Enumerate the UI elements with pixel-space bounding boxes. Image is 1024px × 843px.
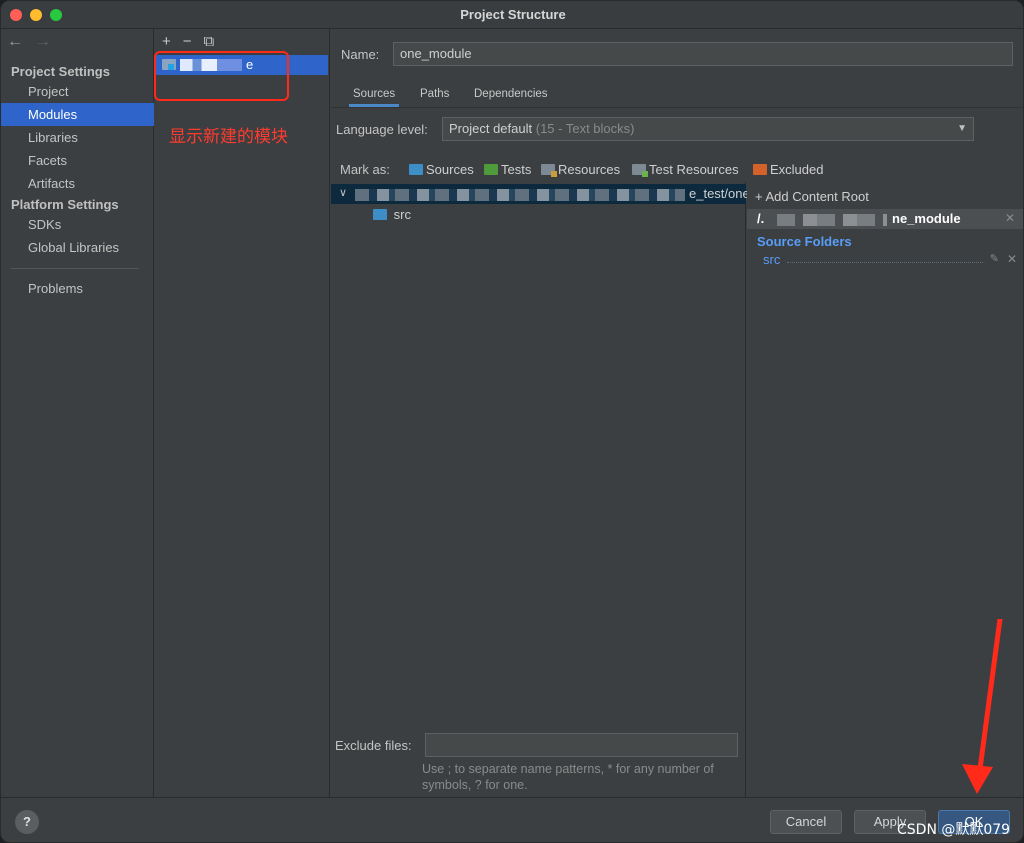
tree-src-row[interactable]: src — [373, 207, 411, 222]
exclude-files-hint: Use ; to separate name patterns, * for a… — [422, 762, 714, 792]
nav-arrows: ← → — [7, 33, 63, 51]
exclude-files-label: Exclude files: — [335, 738, 412, 753]
source-folder-dotted-line — [787, 262, 983, 263]
exclude-files-field[interactable] — [425, 733, 738, 757]
platform-settings-heading: Platform Settings — [11, 197, 119, 212]
chevron-down-icon: ▼ — [957, 123, 967, 134]
sidebar-divider — [11, 268, 139, 269]
sidebar-item-modules[interactable]: Modules — [1, 103, 154, 126]
add-content-root-button[interactable]: + Add Content Root — [755, 189, 869, 204]
language-level-detail: (15 - Text blocks) — [535, 121, 635, 136]
module-list-panel: + − ⧉ e 显示新建的模块 — [154, 29, 330, 797]
tab-sources[interactable]: Sources — [348, 81, 400, 107]
window-title: Project Structure — [460, 7, 566, 22]
tab-dependencies[interactable]: Dependencies — [474, 81, 548, 107]
mark-resources-button[interactable]: Resources — [541, 162, 620, 177]
tabs-divider — [331, 107, 1023, 108]
source-folder-entry[interactable]: src — [763, 252, 780, 267]
language-level-label: Language level: — [336, 122, 428, 137]
language-level-select[interactable]: Project default (15 - Text blocks) ▼ — [442, 117, 974, 141]
sidebar-item-sdks[interactable]: SDKs — [1, 213, 154, 236]
help-button[interactable]: ? — [15, 810, 39, 834]
sidebar-item-libraries[interactable]: Libraries — [1, 126, 154, 149]
annotation-highlight-box — [154, 51, 289, 101]
tab-paths[interactable]: Paths — [420, 81, 449, 107]
project-structure-window: Project Structure ← → Project Settings Pr… — [0, 0, 1024, 843]
mark-tests-button[interactable]: Tests — [484, 162, 531, 177]
edit-pencil-icon[interactable]: ✎ — [990, 252, 999, 265]
redacted-content-root — [777, 214, 887, 226]
forward-arrow-icon[interactable]: → — [35, 33, 51, 50]
excluded-folder-icon — [753, 164, 767, 175]
remove-icon[interactable]: − — [183, 33, 192, 50]
add-icon[interactable]: + — [162, 33, 171, 50]
sidebar-item-project[interactable]: Project — [1, 80, 154, 103]
content-root-entry[interactable]: /. ne_module ✕ — [747, 209, 1023, 229]
test-resources-folder-icon — [632, 164, 648, 177]
csdn-watermark: CSDN @默默079 — [897, 822, 1011, 838]
resources-folder-icon — [541, 164, 557, 177]
source-folders-heading: Source Folders — [757, 234, 852, 249]
name-label: Name: — [341, 47, 380, 62]
close-icon[interactable]: ✕ — [1005, 211, 1015, 225]
sidebar-item-facets[interactable]: Facets — [1, 149, 154, 172]
sidebar-item-problems[interactable]: Problems — [1, 277, 154, 300]
annotation-text: 显示新建的模块 — [169, 127, 288, 147]
sidebar-item-global-libraries[interactable]: Global Libraries — [1, 236, 154, 259]
settings-sidebar: ← → Project Settings Project Modules Libr… — [1, 29, 154, 797]
mark-test-resources-button[interactable]: Test Resources — [632, 162, 739, 177]
dialog-footer: ? Cancel Apply OK CSDN @默默079 — [1, 797, 1023, 842]
sources-folder-icon — [409, 164, 423, 175]
copy-icon[interactable]: ⧉ — [204, 33, 215, 50]
sidebar-item-artifacts[interactable]: Artifacts — [1, 172, 154, 195]
cancel-button[interactable]: Cancel — [770, 810, 842, 834]
title-bar: Project Structure — [1, 1, 1023, 29]
content-root-tree: ∨ e_test/one_ src — [331, 182, 757, 797]
chevron-down-icon[interactable]: ∨ — [339, 186, 347, 199]
content-root-name: ne_module — [892, 211, 961, 226]
tree-root-row[interactable]: ∨ e_test/one_ — [331, 184, 757, 204]
mark-as-label: Mark as: — [340, 162, 390, 177]
language-level-value: Project default — [449, 121, 533, 136]
red-annotation-arrow — [962, 619, 1003, 794]
module-toolbar: + − ⧉ — [162, 33, 226, 50]
module-name-field[interactable]: one_module — [393, 42, 1013, 66]
close-icon[interactable]: ✕ — [1007, 252, 1017, 266]
mark-excluded-button[interactable]: Excluded — [753, 162, 823, 177]
project-settings-heading: Project Settings — [11, 64, 110, 79]
module-settings-panel: Name: one_module Sources Paths Dependenc… — [331, 29, 1023, 797]
back-arrow-icon[interactable]: ← — [7, 33, 23, 50]
redacted-root-path — [355, 189, 685, 201]
sources-folder-icon — [373, 209, 387, 220]
mark-sources-button[interactable]: Sources — [409, 162, 474, 177]
content-root-prefix: /. — [757, 211, 765, 226]
tests-folder-icon — [484, 164, 498, 175]
